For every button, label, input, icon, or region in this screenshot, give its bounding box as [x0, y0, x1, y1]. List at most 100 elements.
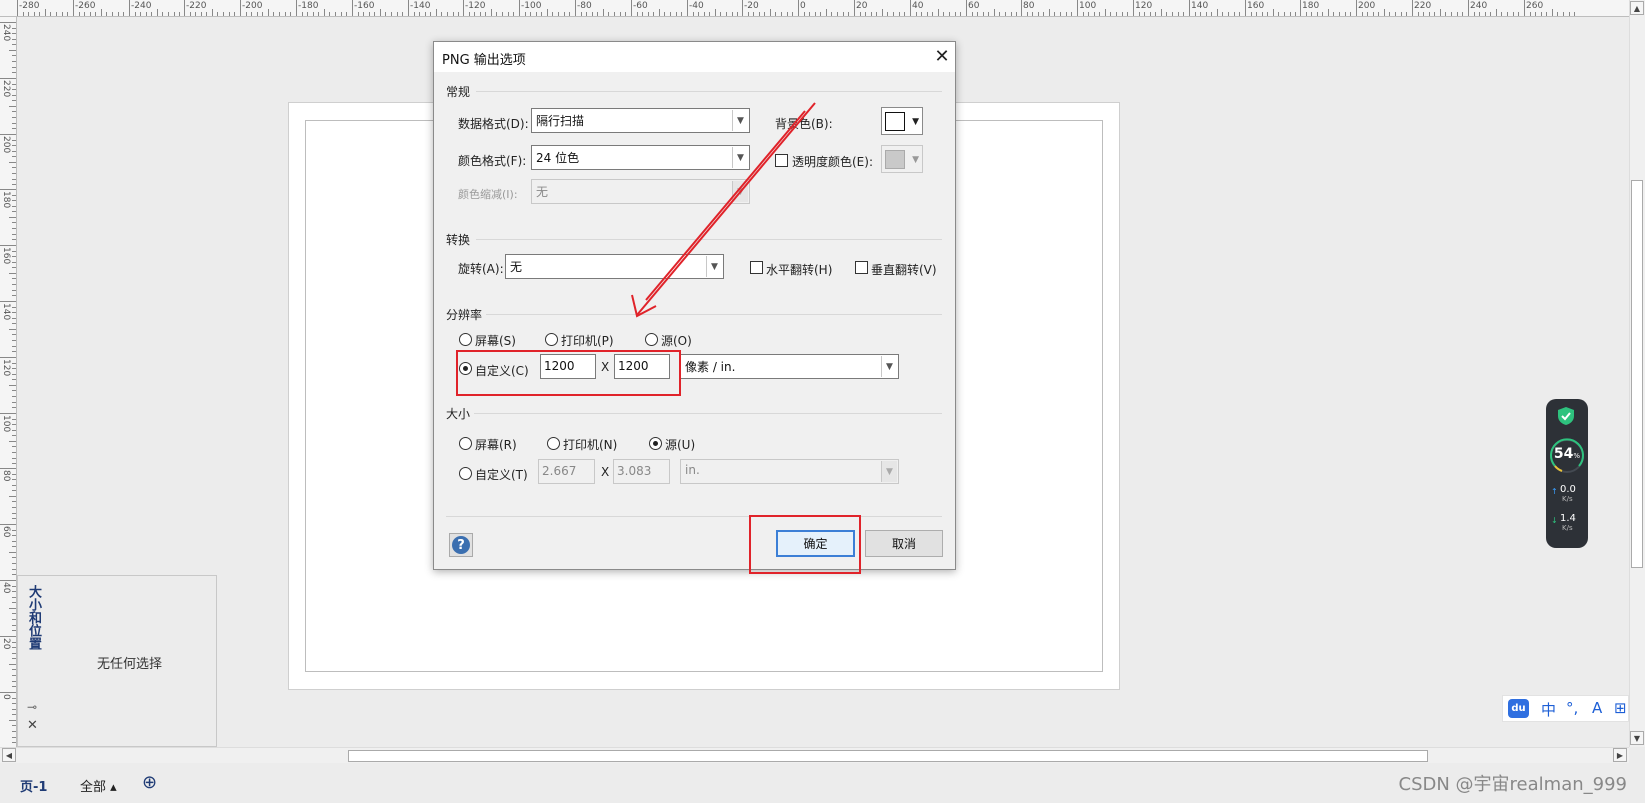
section-divider [486, 314, 942, 315]
ruler-label: -120 [465, 1, 486, 11]
ruler-minor-tick [380, 9, 381, 16]
ime-grid-icon[interactable]: ⊞ [1614, 699, 1627, 717]
ruler-minor-tick [1434, 12, 1435, 16]
flip-vertical-checkbox[interactable] [855, 261, 868, 274]
ruler-minor-tick [12, 200, 16, 201]
ruler-minor-tick [921, 12, 922, 16]
size-screen-radio[interactable] [459, 437, 472, 450]
chevron-down-icon[interactable]: ▼ [881, 356, 897, 377]
ruler-minor-tick [653, 12, 654, 16]
ruler-minor-tick [279, 12, 280, 16]
ruler-minor-tick [419, 12, 420, 16]
resolution-printer-radio[interactable] [545, 333, 558, 346]
highlight-custom-resolution [456, 350, 681, 396]
size-source-radio[interactable] [649, 437, 662, 450]
rotate-select[interactable]: 无 ▼ [505, 254, 724, 279]
close-icon[interactable]: ✕ [931, 45, 953, 67]
ruler-minor-tick [1406, 12, 1407, 16]
color-format-select[interactable]: 24 位色 ▼ [531, 145, 750, 170]
flip-horizontal-checkbox[interactable] [750, 261, 763, 274]
panel-empty-text: 无任何选择 [97, 657, 163, 672]
ruler-minor-tick [12, 61, 16, 62]
pin-icon[interactable]: ⊸ [27, 700, 37, 714]
ruler-minor-tick [229, 12, 230, 16]
ruler-minor-tick [12, 290, 16, 291]
add-page-icon[interactable]: ⊕ [142, 772, 157, 793]
ruler-minor-tick [469, 12, 470, 16]
resolution-screen-radio[interactable] [459, 333, 472, 346]
ruler-minor-tick [1552, 9, 1553, 16]
ruler-minor-tick [12, 184, 16, 185]
ruler-minor-tick [12, 140, 16, 141]
scroll-left-button[interactable]: ◀ [2, 748, 16, 762]
ruler-minor-tick [12, 714, 16, 715]
ruler-label: 0 [800, 1, 806, 11]
ruler-minor-tick [876, 12, 877, 16]
ime-punctuation-toggle[interactable]: °, [1566, 699, 1578, 717]
page-tab[interactable]: 页-1 [20, 776, 47, 795]
resolution-unit-select[interactable]: 像素 / in. ▼ [680, 354, 899, 379]
ruler-label: 160 [1, 247, 11, 265]
scroll-right-button[interactable]: ▶ [1613, 748, 1627, 762]
size-unit-select[interactable]: in. ▼ [680, 459, 899, 484]
ruler-minor-tick [112, 12, 113, 16]
ruler-minor-tick [1423, 12, 1424, 16]
cancel-button[interactable]: 取消 [865, 530, 943, 557]
size-printer-radio[interactable] [547, 437, 560, 450]
ruler-minor-tick [972, 12, 973, 16]
size-height-input[interactable]: 3.083 [613, 459, 670, 484]
panel-close-icon[interactable]: ✕ [27, 718, 38, 733]
ruler-minor-tick [820, 12, 821, 16]
ruler-minor-tick [118, 12, 119, 16]
scroll-up-button[interactable]: ▲ [1630, 1, 1644, 15]
ruler-minor-tick [9, 441, 16, 442]
ruler-minor-tick [212, 9, 213, 16]
help-button[interactable]: ? [449, 533, 473, 557]
ruler-minor-tick [12, 658, 16, 659]
ruler-minor-tick [474, 12, 475, 16]
all-pages-menu[interactable]: 全部 ▴ [80, 776, 117, 795]
ruler-minor-tick [1278, 12, 1279, 16]
ruler-minor-tick [285, 12, 286, 16]
background-color-picker[interactable]: ▼ [881, 107, 923, 135]
data-format-label: 数据格式(D): [458, 117, 529, 131]
chevron-down-icon[interactable]: ▼ [706, 256, 722, 277]
chevron-down-icon[interactable]: ▼ [732, 147, 748, 168]
ruler-minor-tick [179, 12, 180, 16]
ruler-minor-tick [748, 12, 749, 16]
ruler-minor-tick [1569, 12, 1570, 16]
color-reduction-select[interactable]: 无 ▼ [531, 179, 750, 204]
data-format-select[interactable]: 隔行扫描 ▼ [531, 108, 750, 133]
chevron-down-icon[interactable]: ▼ [732, 110, 748, 131]
baidu-ime-icon[interactable]: du [1508, 699, 1529, 718]
resolution-source-radio[interactable] [645, 333, 658, 346]
transparency-checkbox[interactable] [775, 154, 788, 167]
ruler-minor-tick [620, 12, 621, 16]
chevron-down-icon[interactable]: ▼ [732, 181, 748, 202]
ruler-minor-tick [12, 211, 16, 212]
ruler-label: -100 [521, 1, 542, 11]
ruler-minor-tick [12, 55, 16, 56]
ruler-minor-tick [1251, 12, 1252, 16]
transparency-color-picker[interactable]: ▼ [881, 145, 923, 173]
ruler-minor-tick [1183, 12, 1184, 16]
ruler-minor-tick [123, 12, 124, 16]
ruler-minor-tick [12, 363, 16, 364]
horizontal-scroll-thumb[interactable] [348, 750, 1428, 762]
ruler-minor-tick [140, 12, 141, 16]
size-width-input[interactable]: 2.667 [538, 459, 595, 484]
ruler-minor-tick [581, 12, 582, 16]
ruler-minor-tick [12, 318, 16, 319]
chevron-down-icon[interactable]: ▼ [881, 461, 897, 482]
ime-language-toggle[interactable]: 中 [1541, 699, 1556, 720]
ruler-minor-tick [792, 12, 793, 16]
ruler-minor-tick [1530, 12, 1531, 16]
ruler-minor-tick [1563, 12, 1564, 16]
size-custom-radio[interactable] [459, 467, 472, 480]
ime-mode-icon[interactable]: A [1592, 699, 1602, 717]
ruler-label: -180 [298, 1, 319, 11]
scroll-down-button[interactable]: ▼ [1630, 731, 1644, 745]
color-reduction-value: 无 [536, 185, 549, 199]
vertical-scroll-thumb[interactable] [1631, 180, 1643, 568]
ruler-minor-tick [12, 513, 16, 514]
